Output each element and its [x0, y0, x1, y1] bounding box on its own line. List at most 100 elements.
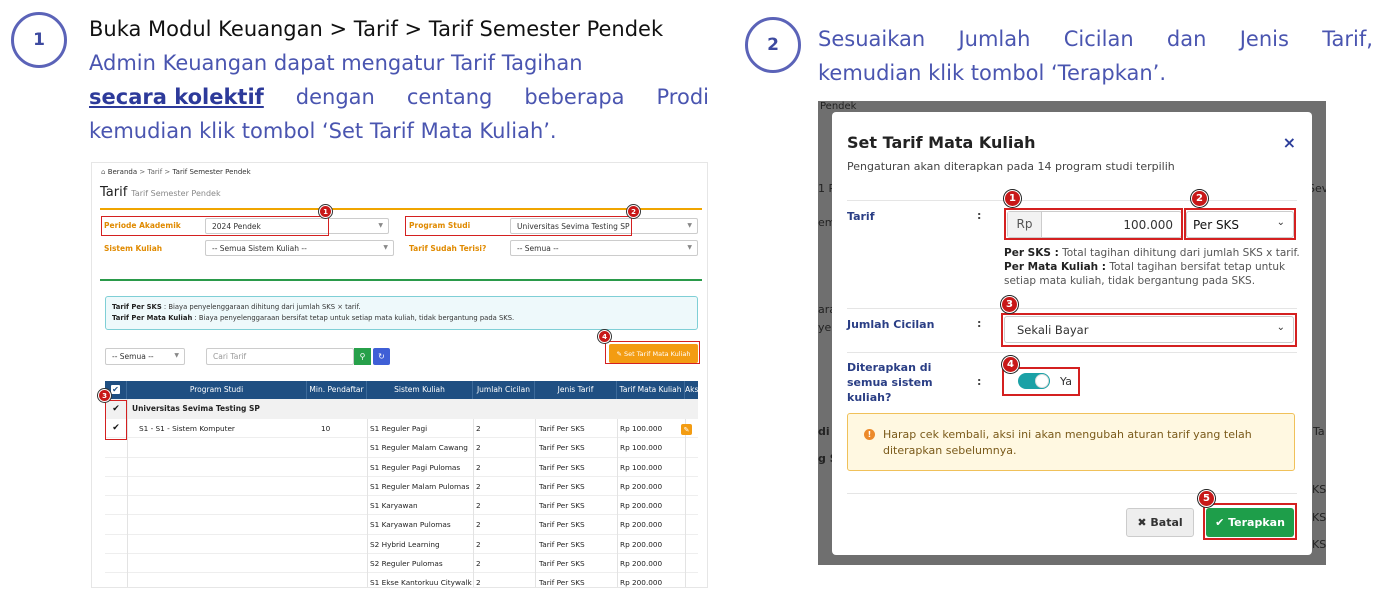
cell-jenis: Tarif Per SKS	[539, 481, 585, 491]
background-text: di	[818, 425, 830, 438]
colon: :	[977, 209, 982, 222]
highlight-jenis	[1184, 208, 1296, 240]
close-icon[interactable]: ×	[1283, 133, 1296, 152]
note-mk: Per Mata Kuliah : Total tagihan bersifat…	[1004, 260, 1304, 288]
step-2-instructions: Sesuaikan Jumlah Cicilan dan Jenis Tarif…	[818, 22, 1373, 90]
callout-badge: 3	[98, 389, 111, 402]
highlight-amount	[1004, 208, 1183, 240]
breadcrumb-current: Tarif Semester Pendek	[172, 168, 251, 176]
info-line-sks: Tarif Per SKS : Biaya penyelenggaraan di…	[112, 302, 691, 313]
search-input[interactable]: Cari Tarif	[206, 348, 354, 365]
highlight-checkboxes	[105, 400, 127, 440]
filter-select[interactable]: -- Semua -- ▼	[105, 348, 185, 365]
cell-cicilan: 2	[476, 424, 481, 433]
note-mk-label: Per Mata Kuliah :	[1004, 261, 1106, 273]
line-1-word: Cicilan	[1063, 27, 1134, 51]
info-box: Tarif Per SKS : Biaya penyelenggaraan di…	[105, 296, 698, 330]
modal-subtitle: Pengaturan akan diterapkan pada 14 progr…	[847, 160, 1175, 173]
breadcrumb-tarif[interactable]: Tarif	[147, 168, 162, 176]
terisi-select[interactable]: -- Semua -- ▼	[510, 240, 698, 256]
column-divider	[367, 419, 368, 587]
cell-sistem: S1 Reguler Malam Pulomas	[370, 481, 470, 491]
cancel-button[interactable]: ✖ Batal	[1126, 508, 1194, 537]
step-1-number: 1	[33, 30, 45, 50]
group-name: Universitas Sevima Testing SP	[132, 404, 260, 413]
step-1-line-4: kemudian klik tombol ‘Set Tarif Mata Kul…	[89, 119, 557, 143]
tarif-list-screenshot: ⌂ Beranda > Tarif > Tarif Semester Pende…	[91, 162, 708, 588]
divider	[847, 493, 1297, 494]
line-1-word: Tarif,	[1322, 27, 1373, 51]
chevron-down-icon: ▼	[687, 244, 692, 251]
background-text: Ta	[1313, 425, 1325, 438]
cell-tarif: Rp 100.000	[620, 424, 663, 433]
sistem-label: Sistem Kuliah	[104, 244, 163, 253]
diterapkan-label: Diterapkan di semua sistem kuliah?	[847, 361, 933, 404]
cell-cicilan: 2	[476, 443, 481, 453]
cell-sistem: S2 Reguler Pulomas	[370, 559, 443, 569]
column-divider	[127, 399, 128, 587]
col-sistem-kuliah[interactable]: Sistem Kuliah	[367, 381, 473, 399]
info-mk-text: : Biaya penyelenggaraan bersifat tetap u…	[194, 314, 515, 322]
breadcrumb-sep: >	[139, 168, 146, 176]
table-body: ✔ S1 - S1 - Sistem Komputer 10 S1 Regule…	[105, 419, 698, 588]
table-row: S1 Ekse Kantorkuu Citywalk 2 Tarif Per S…	[105, 573, 698, 588]
table-header: ✔ Program Studi Min. Pendaftar Sistem Ku…	[105, 381, 700, 399]
table-row: S1 Reguler Pagi Pulomas 2 Tarif Per SKS …	[105, 458, 698, 477]
col-jumlah-cicilan[interactable]: Jumlah Cicilan	[473, 381, 535, 399]
step-1-line-3: secara kolektif dengan centang beberapa …	[89, 80, 709, 114]
cell-sistem: S1 Karyawan	[370, 501, 418, 511]
terisi-label: Tarif Sudah Terisi?	[409, 244, 487, 253]
warning-icon: !	[864, 429, 875, 440]
colon: :	[977, 375, 982, 388]
line-3-word: beberapa	[524, 85, 625, 109]
modal-title: Set Tarif Mata Kuliah	[847, 133, 1036, 152]
step-2-line-2: kemudian klik tombol ‘Terapkan’.	[818, 61, 1167, 85]
cell-cicilan: 2	[476, 520, 481, 530]
note-sks: Per SKS : Total tagihan dihitung dari ju…	[1004, 246, 1304, 260]
breadcrumb-sep: >	[164, 168, 171, 176]
page-title-text: Tarif	[100, 185, 128, 200]
tutorial-page: 1 Buka Modul Keuangan > Tarif > Tarif Se…	[0, 0, 1385, 599]
edit-button[interactable]: ✎	[681, 424, 692, 435]
table-row: ✔ S1 - S1 - Sistem Komputer 10 S1 Regule…	[105, 419, 698, 439]
chevron-down-icon: ▼	[378, 222, 383, 229]
background-text: KS	[1312, 511, 1326, 524]
checkbox-checked-icon[interactable]: ✔	[111, 385, 120, 394]
table-row: S1 Reguler Malam Cawang 2 Tarif Per SKS …	[105, 438, 698, 458]
divider	[847, 352, 1297, 353]
cell-cicilan: 2	[476, 559, 481, 569]
warning-alert: ! Harap cek kembali, aksi ini akan mengu…	[847, 413, 1295, 471]
cell-tarif: Rp 100.000	[620, 462, 663, 472]
secara-kolektif-text: secara kolektif	[89, 85, 264, 109]
column-divider	[617, 419, 618, 587]
table-row: S1 Karyawan 2 Tarif Per SKS Rp 200.000	[105, 496, 698, 516]
search-button[interactable]: ⚲	[354, 348, 371, 365]
cell-sistem: S2 Hybrid Learning	[370, 539, 440, 549]
table-row: S2 Hybrid Learning 2 Tarif Per SKS Rp 20…	[105, 535, 698, 555]
callout-badge: 4	[1002, 356, 1019, 373]
line-1-word: dan	[1166, 27, 1207, 51]
background-text: Pendek	[820, 101, 857, 112]
col-jenis-tarif[interactable]: Jenis Tarif	[535, 381, 617, 399]
step-2-line-1: Sesuaikan Jumlah Cicilan dan Jenis Tarif…	[818, 22, 1373, 56]
cell-tarif: Rp 200.000	[620, 481, 663, 491]
line-3-word: centang	[406, 85, 493, 109]
highlight-set-tarif	[605, 341, 700, 364]
col-min-pendaftar[interactable]: Min. Pendaftar	[307, 381, 367, 399]
reset-button[interactable]: ↻	[373, 348, 390, 365]
table-row: S1 Karyawan Pulomas 2 Tarif Per SKS Rp 2…	[105, 515, 698, 535]
cell-jenis: Tarif Per SKS	[539, 559, 585, 569]
line-1-word: Jumlah	[958, 27, 1031, 51]
cell-tarif: Rp 200.000	[620, 539, 663, 549]
sistem-select[interactable]: -- Semua Sistem Kuliah -- ▼	[205, 240, 394, 256]
chevron-down-icon: ▼	[174, 352, 179, 359]
col-tarif-mk[interactable]: Tarif Mata Kuliah	[617, 381, 685, 399]
col-program-studi[interactable]: Program Studi	[127, 381, 307, 399]
page-subtitle: Tarif Semester Pendek	[131, 189, 221, 198]
divider	[847, 308, 1297, 309]
cell-tarif: Rp 200.000	[620, 578, 663, 588]
cell-sistem: S1 Ekse Kantorkuu Citywalk	[370, 578, 472, 588]
breadcrumb-home[interactable]: Beranda	[108, 168, 137, 176]
chevron-down-icon: ▼	[687, 222, 692, 229]
callout-badge: 2	[627, 205, 640, 218]
